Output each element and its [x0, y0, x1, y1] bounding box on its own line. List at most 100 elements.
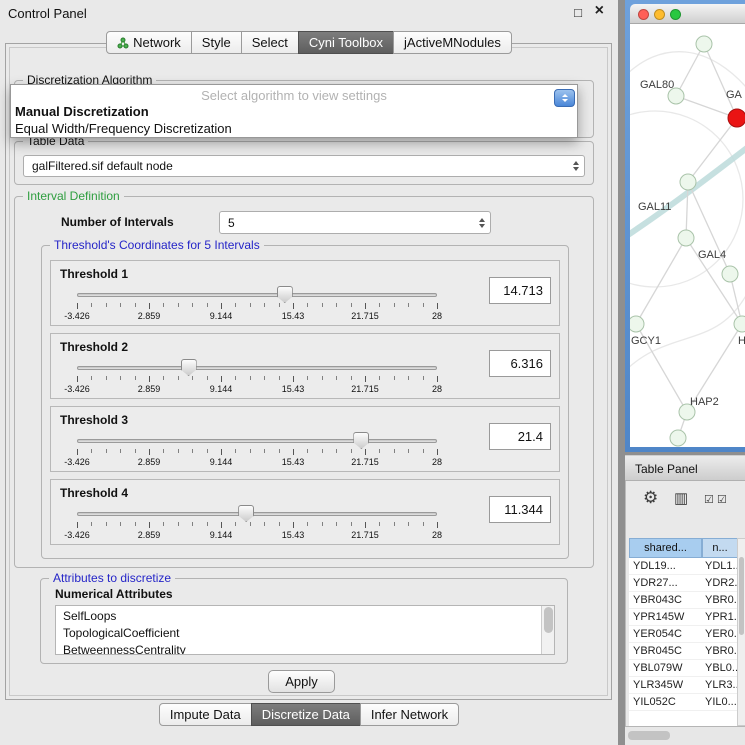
slider-tick [221, 449, 222, 455]
threshold-slider[interactable]: -3.4262.8599.14415.4321.71528 [59, 431, 489, 471]
slider-track[interactable] [77, 366, 437, 370]
numerical-attributes-list[interactable]: SelfLoopsTopologicalCoefficientBetweenne… [55, 605, 555, 655]
slider-scale-label: 15.43 [282, 311, 305, 321]
slider-scale-label: 2.859 [138, 384, 161, 394]
table-row[interactable]: YBR043CYBR0... [629, 592, 737, 609]
table-row[interactable]: YIL052CYIL0... [629, 694, 737, 711]
slider-scale-label: -3.426 [64, 311, 90, 321]
apply-button[interactable]: Apply [268, 670, 335, 693]
network-window-titlebar[interactable] [630, 4, 745, 24]
column-header[interactable]: n... [702, 538, 738, 558]
network-node[interactable] [734, 316, 745, 332]
edge-decoration [630, 284, 745, 374]
threshold-value-field[interactable]: 14.713 [489, 277, 551, 304]
zoom-window-light[interactable] [670, 9, 681, 20]
tab-label: Select [252, 35, 288, 50]
network-node[interactable] [696, 36, 712, 52]
network-edge [636, 238, 686, 324]
attribute-list-item[interactable]: TopologicalCoefficient [56, 625, 554, 642]
network-canvas[interactable]: GAL80GAGAL11GAL4GCY1HHAP2 [630, 24, 745, 447]
attribute-list-item[interactable]: SelfLoops [56, 608, 554, 625]
table-panel-header[interactable]: Table Panel [625, 455, 745, 481]
slider-scale-label: 15.43 [282, 384, 305, 394]
network-node[interactable] [678, 230, 694, 246]
node-label: GAL80 [640, 79, 674, 91]
slider-track[interactable] [77, 512, 437, 516]
slider-thumb[interactable] [277, 286, 293, 303]
attribute-list-item[interactable]: BetweennessCentrality [56, 642, 554, 655]
slider-tick [192, 522, 193, 526]
slider-scale-label: 21.715 [351, 311, 379, 321]
table-row[interactable]: YPR145WYPR1... [629, 609, 737, 626]
scrollbar-thumb[interactable] [544, 607, 553, 633]
scrollbar-thumb[interactable] [739, 557, 744, 635]
network-node[interactable] [670, 430, 686, 446]
cell-shared-name: YDR27... [633, 577, 703, 589]
table-row[interactable]: YBL079WYBL0... [629, 660, 737, 677]
table-row[interactable]: YER054CYER0... [629, 626, 737, 643]
slider-track[interactable] [77, 439, 437, 443]
cell-name: YER0... [705, 628, 737, 640]
gear-icon[interactable]: ⚙ [643, 488, 658, 508]
table-row[interactable]: YDL19...YDL1... [629, 558, 737, 575]
slider-tick [192, 449, 193, 453]
select-rows-checkbox-icon[interactable]: ☑ [717, 493, 727, 506]
network-node[interactable] [722, 266, 738, 282]
tab-impute-data[interactable]: Impute Data [159, 703, 252, 726]
slider-tick [235, 522, 236, 526]
columns-icon[interactable]: ▥ [674, 489, 688, 507]
select-all-checkbox-icon[interactable]: ☑ [704, 493, 714, 506]
tab-discretize-data[interactable]: Discretize Data [251, 703, 361, 726]
tab-label: Discretize Data [262, 707, 350, 722]
cell-shared-name: YBL079W [633, 662, 703, 674]
algorithm-option-equal-width[interactable]: Equal Width/Frequency Discretization [15, 121, 232, 136]
table-horizontal-scrollbar[interactable] [625, 726, 745, 745]
slider-thumb[interactable] [238, 505, 254, 522]
slider-tick [77, 376, 78, 382]
algorithm-option-manual[interactable]: Manual Discretization [15, 104, 149, 119]
slider-thumb[interactable] [353, 432, 369, 449]
tab-cyni-toolbox[interactable]: Cyni Toolbox [298, 31, 394, 54]
table-vertical-scrollbar[interactable] [737, 538, 745, 726]
tab-infer-network[interactable]: Infer Network [360, 703, 459, 726]
table-row[interactable]: YLR345WYLR3... [629, 677, 737, 694]
scrollbar-thumb[interactable] [628, 731, 670, 740]
tab-network[interactable]: Network [106, 31, 192, 54]
threshold-value-field[interactable]: 21.4 [489, 423, 551, 450]
tab-jactivemnodules[interactable]: jActiveMNodules [393, 31, 512, 54]
slider-tick [163, 376, 164, 380]
tab-select[interactable]: Select [241, 31, 299, 54]
slider-tick [437, 522, 438, 528]
threshold-value-field[interactable]: 11.344 [489, 496, 551, 523]
minimize-window-light[interactable] [654, 9, 665, 20]
threshold-slider[interactable]: -3.4262.8599.14415.4321.71528 [59, 358, 489, 398]
table-row[interactable]: YBR045CYBR0... [629, 643, 737, 660]
network-node[interactable] [680, 174, 696, 190]
threshold-value-field[interactable]: 6.316 [489, 350, 551, 377]
table-data-combobox[interactable]: galFiltered.sif default node [23, 155, 585, 177]
threshold-slider[interactable]: -3.4262.8599.14415.4321.71528 [59, 504, 489, 544]
slider-tick [178, 522, 179, 526]
close-panel-icon[interactable]: × [595, 2, 604, 20]
close-window-light[interactable] [638, 9, 649, 20]
selected-network-node[interactable] [728, 109, 745, 127]
float-panel-icon[interactable]: □ [574, 5, 582, 20]
slider-tick [250, 303, 251, 307]
tab-style[interactable]: Style [191, 31, 242, 54]
combobox-arrows-button[interactable] [554, 89, 575, 107]
slider-tick [91, 376, 92, 380]
slider-thumb[interactable] [181, 359, 197, 376]
slider-tick [135, 522, 136, 526]
table-row[interactable]: YDR27...YDR2... [629, 575, 737, 592]
network-node[interactable] [630, 316, 644, 332]
slider-tick [423, 303, 424, 307]
column-header[interactable]: shared... [629, 538, 702, 558]
number-of-intervals-combobox[interactable]: 5 [219, 211, 491, 234]
thresholds-group: Threshold's Coordinates for 5 Intervals … [41, 245, 569, 559]
slider-tick [120, 376, 121, 380]
attributes-scrollbar[interactable] [541, 606, 554, 654]
slider-tick [408, 303, 409, 307]
slider-track[interactable] [77, 293, 437, 297]
cell-shared-name: YLR345W [633, 679, 703, 691]
threshold-slider[interactable]: -3.4262.8599.14415.4321.71528 [59, 285, 489, 325]
